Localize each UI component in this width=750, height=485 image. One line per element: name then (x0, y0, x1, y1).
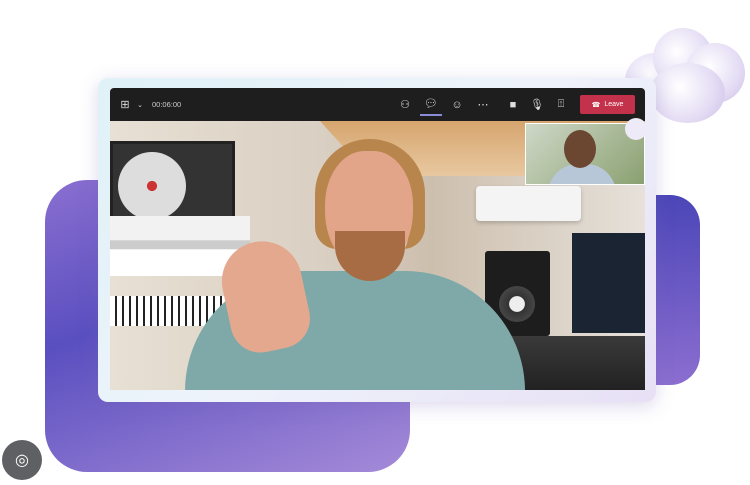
share-screen-icon[interactable]: ⍐ (550, 94, 572, 116)
leave-label: Leave (604, 101, 624, 108)
meeting-toolbar: ⊞ ⌄ 00:06:00 ⚇ 💬︎ ☺ ⋯ ■ 🎙︎ ⍐ ☎ Leave (110, 88, 645, 121)
people-icon[interactable]: ⚇ (394, 94, 416, 116)
google-lens-icon[interactable]: ◎ (2, 440, 42, 480)
meeting-timer: 00:06:00 (152, 100, 182, 109)
phone-hangup-icon: ☎ (591, 101, 601, 109)
decorative-dot (625, 118, 647, 140)
more-icon[interactable]: ⋯ (472, 94, 494, 116)
leave-button[interactable]: ☎ Leave (580, 95, 635, 114)
reactions-icon[interactable]: ☺ (446, 94, 468, 116)
chat-icon[interactable]: 💬︎ (420, 94, 442, 116)
layout-grid-icon[interactable]: ⊞ (114, 94, 136, 116)
camera-icon[interactable]: ■ (502, 94, 524, 116)
chevron-down-icon[interactable]: ⌄ (136, 94, 144, 116)
mic-icon[interactable]: 🎙︎ (526, 94, 548, 116)
